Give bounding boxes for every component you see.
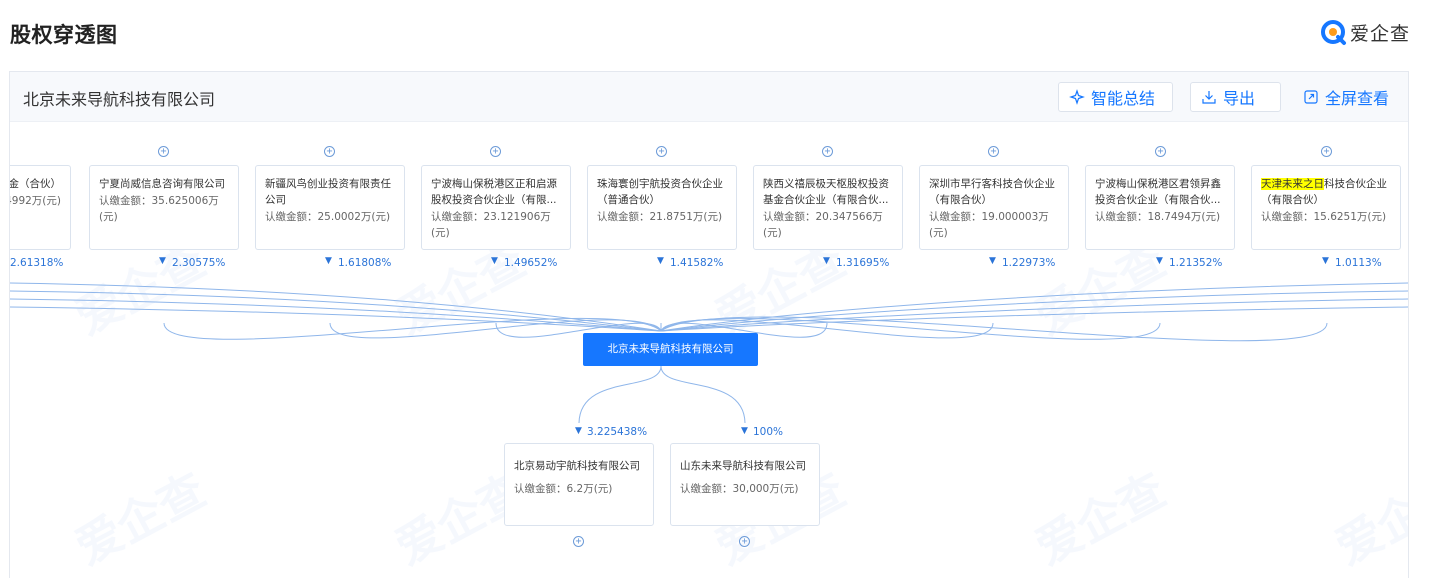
share-percent: 1.61808% — [338, 257, 392, 269]
ai-summary-icon — [1069, 89, 1085, 105]
share-percent: 1.21352% — [1169, 257, 1223, 269]
arrow-down-icon: ▼ — [159, 256, 166, 266]
fullscreen-label: 全屏查看 — [1325, 89, 1390, 108]
share-percent: 1.0113% — [1335, 257, 1382, 269]
fullscreen-button[interactable]: 全屏查看 — [1292, 82, 1404, 112]
arrow-down-icon: ▼ — [575, 426, 582, 436]
download-icon — [1202, 91, 1216, 104]
arrow-down-icon: ▼ — [823, 256, 830, 266]
arrow-down-icon: ▼ — [657, 256, 664, 266]
share-percent: 1.22973% — [1002, 257, 1056, 269]
shareholder-card[interactable]: 深圳市早行客科技合伙企业（有限合伙） 认缴金额：19.000003万(元) — [919, 165, 1069, 250]
brand-logo: 爱企查 — [1320, 19, 1410, 46]
logo-text: 爱企查 — [1349, 23, 1410, 45]
investment-card[interactable]: 山东未来导航科技有限公司 认缴金额：30,000万(元) — [670, 443, 820, 526]
expand-plus-icon[interactable]: + — [1321, 146, 1332, 157]
arrow-down-icon: ▼ — [1156, 256, 1163, 266]
shareholder-name: 深圳市早行客科技合伙企业（有限合伙） — [929, 178, 1055, 206]
company-name: 北京未来导航科技有限公司 — [23, 90, 216, 109]
investment-percent: 3.225438% — [587, 426, 648, 438]
investment-name: 北京易动宇航科技有限公司 — [514, 460, 640, 472]
export-label: 导出 — [1223, 89, 1256, 108]
shareholder-amount: 认缴金额：35.625006万(元) — [99, 195, 219, 223]
shareholder-amount: 认缴金额：21.8751万(元) — [597, 211, 723, 223]
center-company-node[interactable]: 北京未来导航科技有限公司 — [583, 333, 758, 366]
arrow-down-icon: ▼ — [325, 256, 332, 266]
fullscreen-icon — [1304, 90, 1318, 104]
share-percent: 1.41582% — [670, 257, 724, 269]
shareholder-name: 珠海寰创宇航投资合伙企业（普通合伙） — [597, 178, 723, 206]
shareholder-name: 业投资基金（合伙） — [9, 178, 61, 190]
smart-summary-label: 智能总结 — [1091, 89, 1156, 108]
arrow-down-icon: ▼ — [989, 256, 996, 266]
smart-summary-button[interactable]: 智能总结 — [1058, 82, 1173, 112]
shareholder-card[interactable]: 宁波梅山保税港区君领昇鑫投资合伙企业（有限合伙... 认缴金额：18.7494万… — [1085, 165, 1235, 250]
expand-plus-icon[interactable]: + — [573, 536, 584, 547]
search-highlight: 天津未来之日 — [1261, 178, 1324, 190]
shareholder-card[interactable]: 新疆风鸟创业投资有限责任公司 认缴金额：25.0002万(元) — [255, 165, 405, 250]
expand-plus-icon[interactable]: + — [822, 146, 833, 157]
shareholder-amount: 认缴金额：18.7494万(元) — [1095, 211, 1221, 223]
equity-tree-canvas[interactable]: 爱企查 爱企查 爱企查 爱企查 爱企查 爱企查 爱企查 爱企查 爱企查 — [10, 123, 1408, 578]
shareholder-name: 宁夏尚威信息咨询有限公司 — [99, 178, 225, 190]
shareholder-amount: 认缴金额：23.121906万(元) — [431, 211, 551, 239]
shareholder-name: 陕西义禧辰极天枢股权投资基金合伙企业（有限合伙... — [763, 178, 889, 206]
expand-plus-icon[interactable]: + — [490, 146, 501, 157]
shareholder-amount: 认缴金额：20.347566万(元) — [763, 211, 883, 239]
expand-plus-icon[interactable]: + — [739, 536, 750, 547]
export-button[interactable]: 导出 — [1190, 82, 1281, 112]
expand-plus-icon[interactable]: + — [656, 146, 667, 157]
shareholder-card[interactable]: 陕西义禧辰极天枢股权投资基金合伙企业（有限合伙... 认缴金额：20.34756… — [753, 165, 903, 250]
shareholder-name: 天津未来之日科技合伙企业（有限合伙） — [1261, 176, 1391, 208]
investment-name: 山东未来导航科技有限公司 — [680, 460, 806, 472]
shareholder-card[interactable]: 宁波梅山保税港区正和启源股权投资合伙企业（有限... 认缴金额：23.12190… — [421, 165, 571, 250]
shareholder-name: 宁波梅山保税港区君领昇鑫投资合伙企业（有限合伙... — [1095, 178, 1221, 206]
page-title: 股权穿透图 — [10, 23, 118, 47]
expand-plus-icon[interactable]: + — [1155, 146, 1166, 157]
shareholder-name: 宁波梅山保税港区正和启源股权投资合伙企业（有限... — [431, 178, 557, 206]
investment-amount: 认缴金额：6.2万(元) — [514, 483, 613, 495]
panel-header: 北京未来导航科技有限公司 智能总结 导出 全屏查看 — [10, 72, 1408, 122]
arrow-down-icon: ▼ — [741, 426, 748, 436]
share-percent: 2.61318% — [10, 257, 64, 269]
shareholder-card[interactable]: 业投资基金（合伙） 4992万(元) — [9, 165, 71, 250]
share-percent: 2.30575% — [172, 257, 226, 269]
expand-plus-icon[interactable]: + — [158, 146, 169, 157]
investment-amount: 认缴金额：30,000万(元) — [680, 483, 799, 495]
shareholder-amount: 4992万(元) — [9, 195, 61, 207]
shareholder-name: 新疆风鸟创业投资有限责任公司 — [265, 178, 391, 206]
shareholder-card[interactable]: 宁夏尚威信息咨询有限公司 认缴金额：35.625006万(元) — [89, 165, 239, 250]
shareholder-amount: 认缴金额：19.000003万(元) — [929, 211, 1049, 239]
expand-plus-icon[interactable]: + — [988, 146, 999, 157]
shareholder-amount: 认缴金额：15.6251万(元) — [1261, 211, 1387, 223]
investment-card[interactable]: 北京易动宇航科技有限公司 认缴金额：6.2万(元) — [504, 443, 654, 526]
investment-percent: 100% — [753, 426, 784, 438]
shareholder-card[interactable]: 珠海寰创宇航投资合伙企业（普通合伙） 认缴金额：21.8751万(元) — [587, 165, 737, 250]
shareholder-card[interactable]: 天津未来之日科技合伙企业（有限合伙） 认缴金额：15.6251万(元) — [1251, 165, 1401, 250]
share-percent: 1.49652% — [504, 257, 558, 269]
expand-plus-icon[interactable]: + — [324, 146, 335, 157]
arrow-down-icon: ▼ — [491, 256, 498, 266]
aiqicha-logo-icon — [1320, 19, 1347, 46]
shareholder-amount: 认缴金额：25.0002万(元) — [265, 211, 391, 223]
arrow-down-icon: ▼ — [1322, 256, 1329, 266]
share-percent: 1.31695% — [836, 257, 890, 269]
equity-chart-panel: 北京未来导航科技有限公司 智能总结 导出 全屏查看 爱企查 爱企查 爱企查 爱企… — [9, 71, 1409, 578]
